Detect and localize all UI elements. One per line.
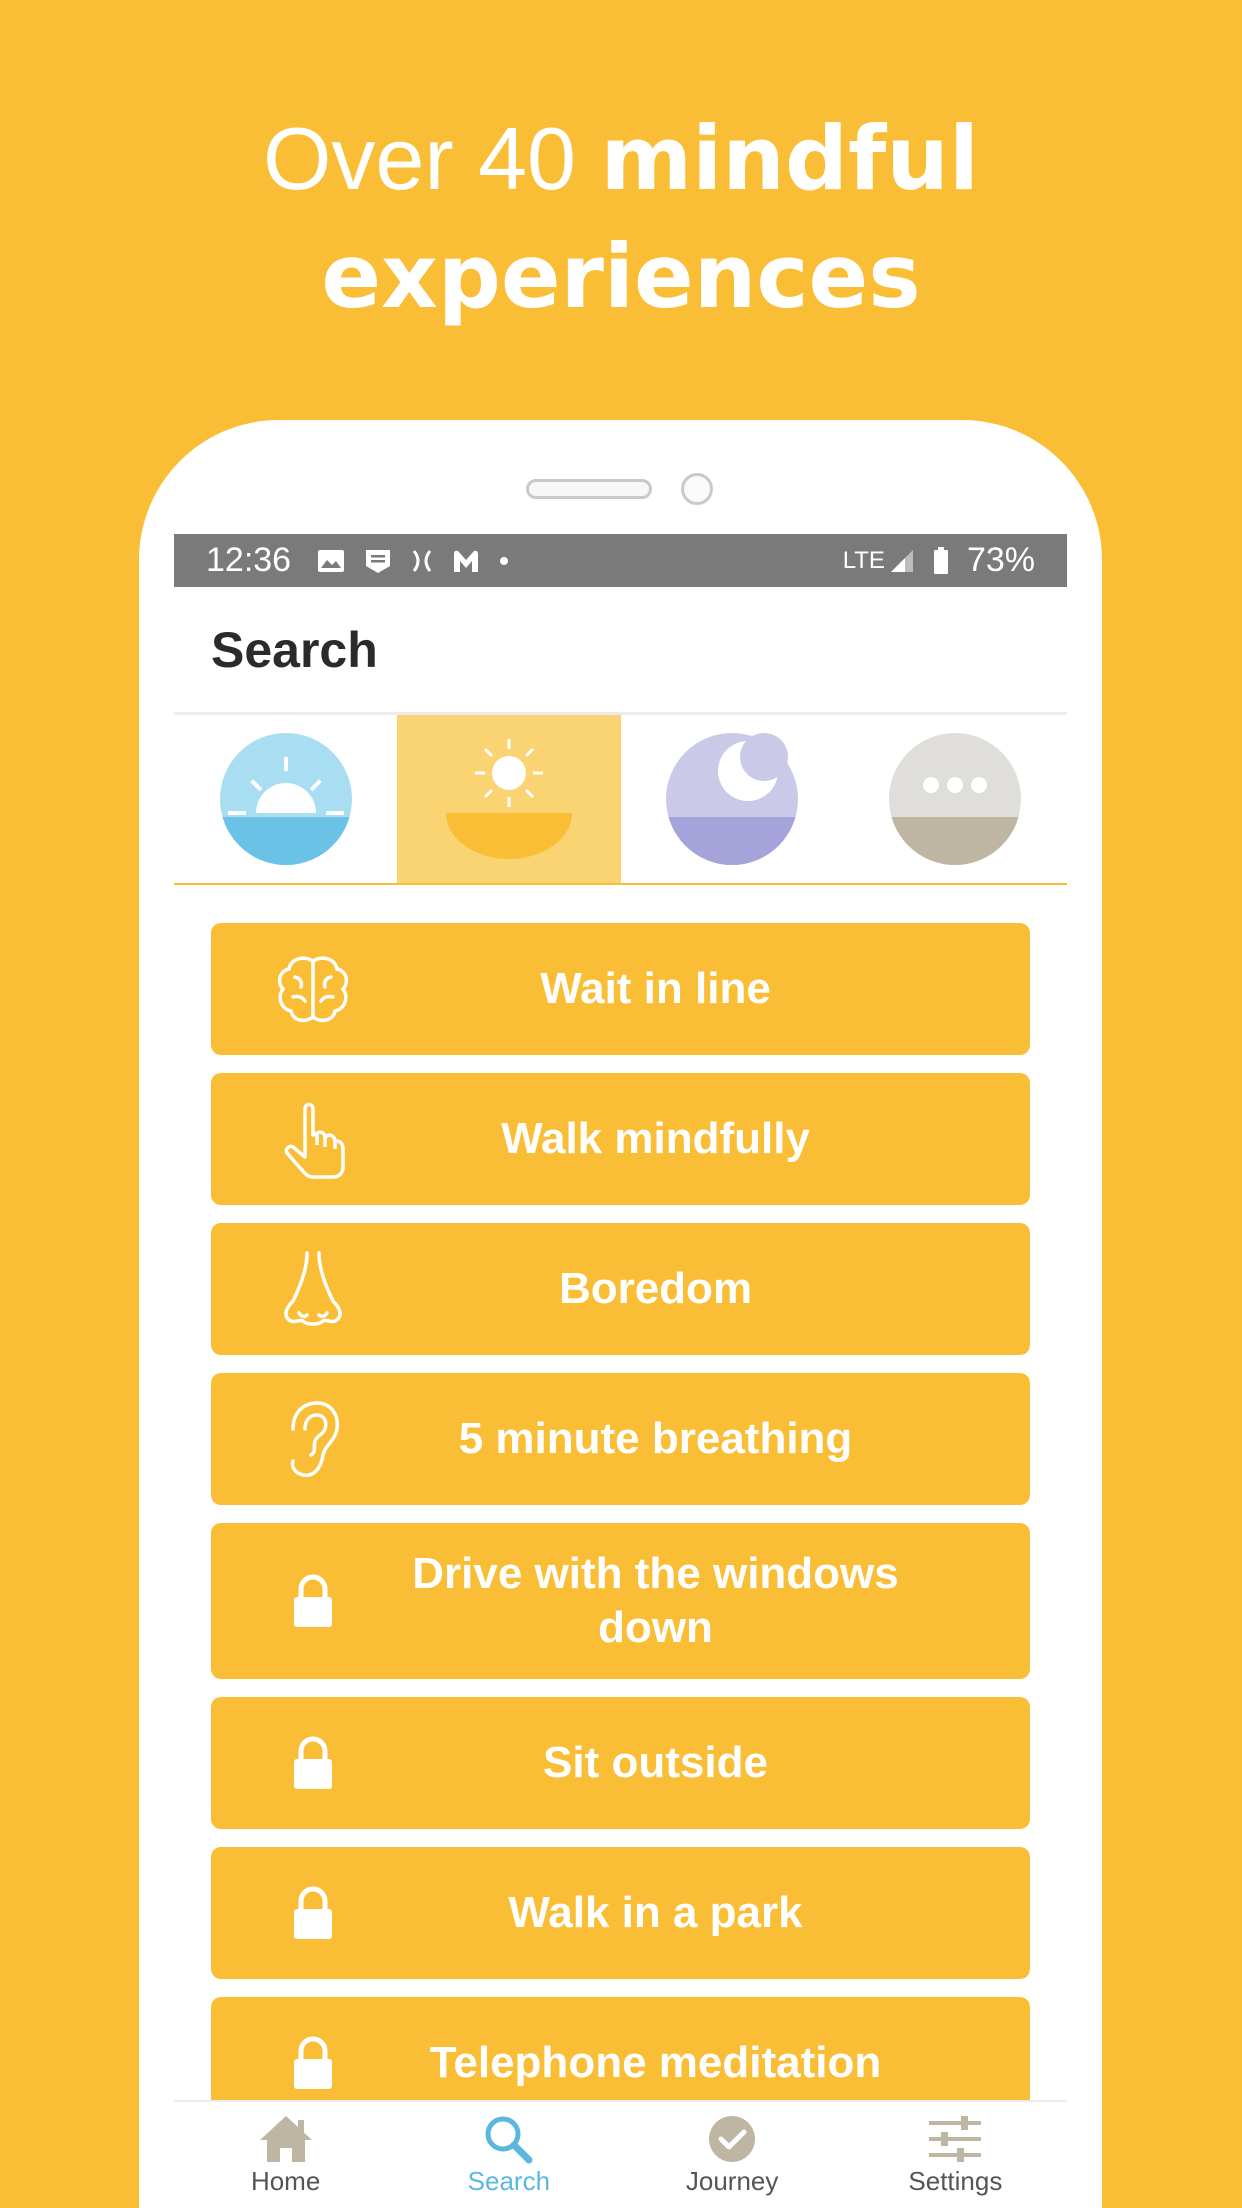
message-icon [363, 547, 393, 575]
nav-journey[interactable]: Journey [621, 2102, 844, 2208]
nose-icon [273, 1249, 353, 1329]
signal-icon [889, 548, 915, 574]
status-bar: 12:36 LTE 73% [174, 534, 1067, 587]
item-label: Wait in line [540, 964, 771, 1013]
moon-icon [666, 733, 799, 865]
list-item[interactable]: 5 minute breathing [211, 1373, 1030, 1505]
lock-icon [273, 1561, 353, 1641]
item-label: Walk mindfully [501, 1114, 810, 1163]
app-bar: Search [174, 587, 1067, 715]
sunrise-icon [219, 733, 352, 865]
list-item[interactable]: Boredom [211, 1223, 1030, 1355]
lock-icon [273, 2023, 353, 2103]
check-circle-icon [709, 2116, 756, 2162]
phone-screen: 12:36 LTE 73% Search Wait in line Walk m… [174, 534, 1067, 2208]
headline: Over 40 mindful experiences [0, 100, 1242, 336]
phone-camera [681, 473, 713, 505]
nav-label: Home [250, 2166, 321, 2196]
phone-frame: 12:36 LTE 73% Search Wait in line Walk m… [139, 420, 1102, 2208]
page-title: Search [211, 621, 378, 678]
tab-more[interactable] [844, 715, 1067, 883]
nav-search[interactable]: Search [397, 2102, 620, 2208]
item-label: Telephone meditation [429, 2038, 882, 2087]
category-tabs [174, 715, 1067, 885]
status-time: 12:36 [206, 541, 292, 579]
nav-label: Journey [685, 2166, 779, 2196]
list-item[interactable]: Drive with the windows down [211, 1523, 1030, 1679]
tab-day[interactable] [397, 715, 621, 883]
nav-home[interactable]: Home [174, 2102, 397, 2208]
item-label: 5 minute breathing [458, 1414, 853, 1463]
network-type: LTE [842, 546, 885, 574]
headline-light: Over 40 [262, 109, 601, 208]
sliders-icon [929, 2116, 982, 2162]
image-icon [317, 549, 345, 573]
sun-icon [445, 739, 572, 859]
home-icon [259, 2116, 312, 2162]
tab-night[interactable] [621, 715, 844, 883]
phone-speaker [526, 479, 652, 499]
tab-morning[interactable] [174, 715, 397, 883]
item-label: Walk in a park [508, 1888, 803, 1937]
more-icon [889, 733, 1022, 865]
item-label: Boredom [558, 1264, 753, 1313]
list-item[interactable]: Sit outside [211, 1697, 1030, 1829]
battery-level: 73% [966, 541, 1035, 579]
brain-icon [273, 949, 353, 1029]
nav-settings[interactable]: Settings [844, 2102, 1067, 2208]
search-icon [485, 2116, 533, 2164]
pointing-hand-icon [273, 1099, 353, 1179]
ear-icon [273, 1399, 353, 1479]
list-item[interactable]: Wait in line [211, 923, 1030, 1055]
nav-label: Settings [908, 2166, 1003, 2196]
app-icon [411, 549, 433, 573]
item-label: Sit outside [543, 1738, 768, 1787]
nav-label: Search [467, 2166, 551, 2196]
list-item[interactable]: Walk mindfully [211, 1073, 1030, 1205]
bottom-nav: Home Search Journey Settings [174, 2100, 1067, 2208]
item-label: Drive with the windows down [412, 1549, 899, 1652]
lock-icon [273, 1873, 353, 1953]
lock-icon [273, 1723, 353, 1803]
list-item[interactable]: Walk in a park [211, 1847, 1030, 1979]
dot-icon [499, 556, 509, 566]
experience-list: Wait in line Walk mindfully Boredom 5 mi… [174, 885, 1067, 2129]
battery-icon [933, 546, 949, 575]
malwarebytes-icon [451, 548, 481, 574]
